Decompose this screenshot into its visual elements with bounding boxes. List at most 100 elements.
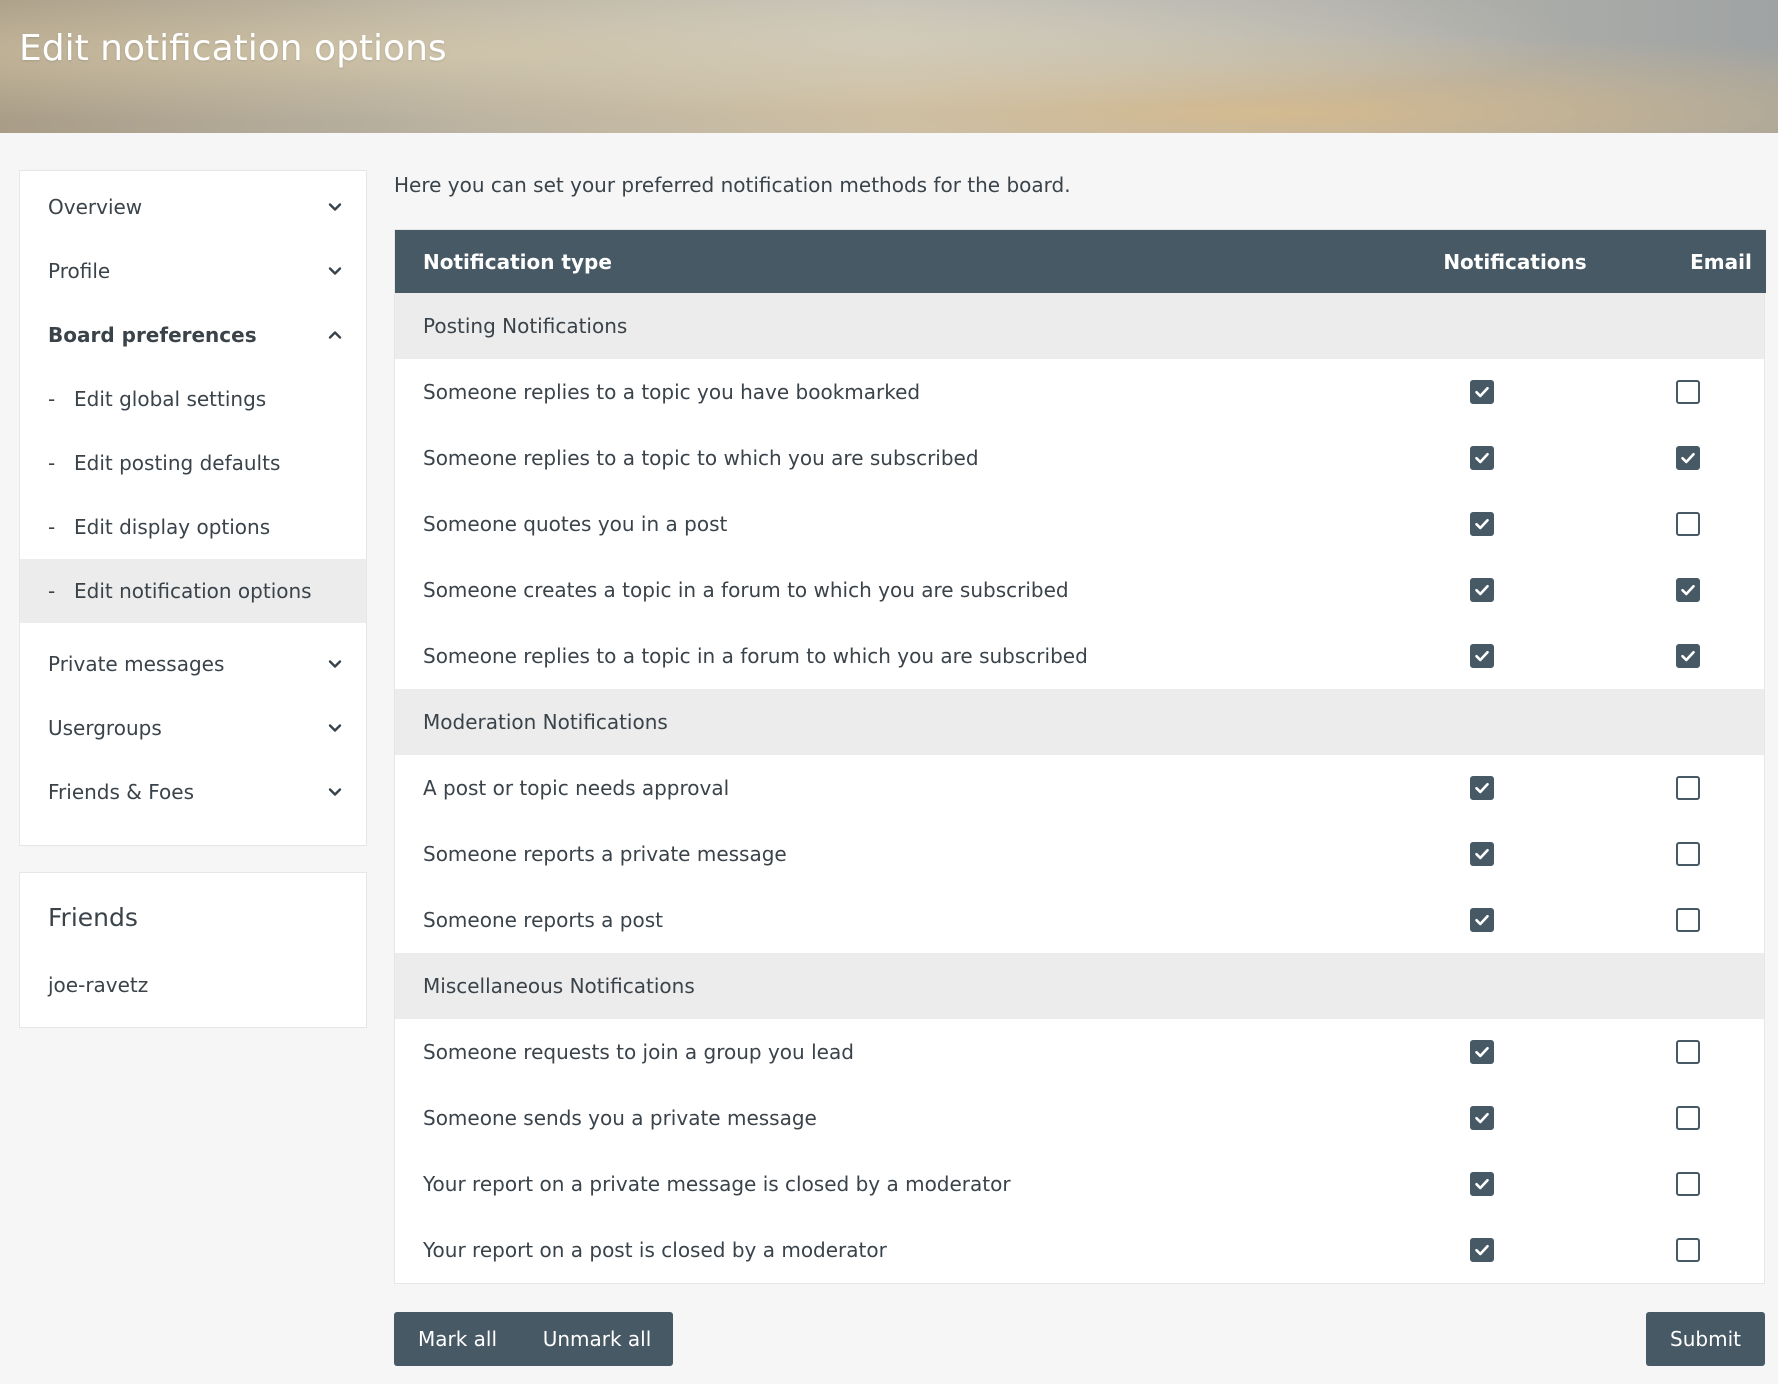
checkmark-icon [1475,848,1489,860]
email-checkbox[interactable] [1676,1106,1700,1130]
notification-type-label: Someone requests to join a group you lea… [423,1040,854,1064]
notification-row: Someone reports a private message [395,821,1764,887]
chevron-down-icon [328,660,342,668]
subitem-label: Edit display options [74,515,271,539]
checkmark-icon [1681,452,1695,464]
nav-subitem-edit-notification-options[interactable]: - Edit notification options [20,559,366,623]
email-checkbox[interactable] [1676,1040,1700,1064]
notification-row: Someone sends you a private message [395,1085,1764,1151]
notification-row: A post or topic needs approval [395,755,1764,821]
notifications-checkbox[interactable] [1470,1172,1494,1196]
nav-subitem-edit-display-options[interactable]: - Edit display options [20,495,366,559]
notification-row: Someone replies to a topic to which you … [395,425,1764,491]
notifications-checkbox[interactable] [1470,1106,1494,1130]
email-checkbox[interactable] [1676,446,1700,470]
checkmark-icon [1475,1046,1489,1058]
nav-item-profile[interactable]: Profile [20,239,366,303]
group-title: Posting Notifications [423,314,628,338]
subitem-dash: - [48,579,56,603]
notification-type-label: Someone quotes you in a post [423,512,728,536]
checkmark-icon [1681,650,1695,662]
checkmark-icon [1475,518,1489,530]
mark-button-group: Mark all Unmark all [394,1312,673,1366]
checkmark-icon [1475,650,1489,662]
email-checkbox[interactable] [1676,380,1700,404]
nav-item-label: Profile [48,259,111,283]
notification-row: Someone quotes you in a post [395,491,1764,557]
nav-item-label: Usergroups [48,716,162,740]
notification-row: Someone replies to a topic in a forum to… [395,623,1764,689]
notification-row: Someone creates a topic in a forum to wh… [395,557,1764,623]
chevron-down-icon [328,203,342,211]
checkmark-icon [1475,584,1489,596]
notifications-checkbox[interactable] [1470,446,1494,470]
nav-item-label: Overview [48,195,143,219]
column-header-notifications: Notifications [1443,250,1587,274]
group-title: Miscellaneous Notifications [423,974,695,998]
checkmark-icon [1681,584,1695,596]
email-checkbox[interactable] [1676,1172,1700,1196]
subitem-label: Edit posting defaults [74,451,281,475]
notification-type-label: Someone reports a private message [423,842,787,866]
notification-type-label: Someone replies to a topic to which you … [423,446,979,470]
notification-type-label: A post or topic needs approval [423,776,730,800]
notification-row: Someone requests to join a group you lea… [395,1019,1764,1085]
notification-row: Someone replies to a topic you have book… [395,359,1764,425]
email-checkbox[interactable] [1676,644,1700,668]
nav-item-label: Friends & Foes [48,780,194,804]
email-checkbox[interactable] [1676,842,1700,866]
checkmark-icon [1475,386,1489,398]
notifications-checkbox[interactable] [1470,776,1494,800]
notification-row: Someone reports a post [395,887,1764,953]
nav-item-overview[interactable]: Overview [20,175,366,239]
notification-type-label: Someone creates a topic in a forum to wh… [423,578,1069,602]
column-header-type: Notification type [423,250,612,274]
nav-item-friends-foes[interactable]: Friends & Foes [20,760,366,824]
checkmark-icon [1475,914,1489,926]
nav-subitem-edit-posting-defaults[interactable]: - Edit posting defaults [20,431,366,495]
notification-type-label: Your report on a private message is clos… [423,1172,1011,1196]
unmark-all-button[interactable]: Unmark all [521,1312,673,1366]
group-header-row: Miscellaneous Notifications [395,953,1764,1019]
friends-title: Friends [48,903,138,932]
email-checkbox[interactable] [1676,1238,1700,1262]
notifications-checkbox[interactable] [1470,842,1494,866]
notifications-checkbox[interactable] [1470,908,1494,932]
friend-link[interactable]: joe-ravetz [48,973,148,997]
subitem-label: Edit notification options [74,579,312,603]
subitem-dash: - [48,451,56,475]
nav-item-board-preferences[interactable]: Board preferences [20,303,366,367]
subitem-dash: - [48,387,56,411]
nav-item-label: Board preferences [48,323,257,347]
notifications-checkbox[interactable] [1470,1040,1494,1064]
intro-text: Here you can set your preferred notifica… [394,173,1071,197]
email-checkbox[interactable] [1676,512,1700,536]
subitem-label: Edit global settings [74,387,267,411]
checkmark-icon [1475,452,1489,464]
notification-type-label: Someone reports a post [423,908,663,932]
notification-type-label: Someone replies to a topic in a forum to… [423,644,1088,668]
sidebar-nav: Overview Profile Board preferences - Edi… [19,170,367,846]
chevron-down-icon [328,724,342,732]
notification-type-label: Someone replies to a topic you have book… [423,380,921,404]
notifications-checkbox[interactable] [1470,578,1494,602]
nav-item-usergroups[interactable]: Usergroups [20,696,366,760]
notifications-checkbox[interactable] [1470,380,1494,404]
notification-type-label: Someone sends you a private message [423,1106,817,1130]
submit-button[interactable]: Submit [1646,1312,1765,1366]
checkmark-icon [1475,1244,1489,1256]
friends-panel: Friends joe-ravetz [19,872,367,1028]
notification-type-label: Your report on a post is closed by a mod… [423,1238,887,1262]
group-title: Moderation Notifications [423,710,668,734]
mark-all-button[interactable]: Mark all [394,1312,521,1366]
nav-item-private-messages[interactable]: Private messages [20,632,366,696]
page: Edit notification options Overview Profi… [0,0,1778,1384]
nav-item-label: Private messages [48,652,225,676]
email-checkbox[interactable] [1676,578,1700,602]
notifications-checkbox[interactable] [1470,1238,1494,1262]
email-checkbox[interactable] [1676,908,1700,932]
nav-subitem-edit-global-settings[interactable]: - Edit global settings [20,367,366,431]
notifications-checkbox[interactable] [1470,512,1494,536]
notifications-checkbox[interactable] [1470,644,1494,668]
email-checkbox[interactable] [1676,776,1700,800]
